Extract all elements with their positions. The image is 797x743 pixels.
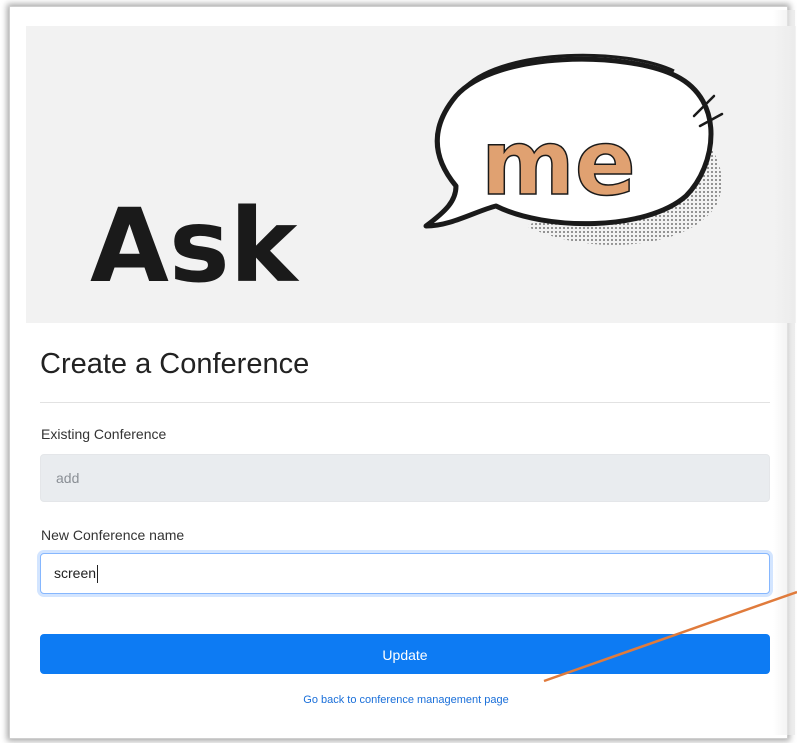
new-conference-value: screen <box>54 565 97 581</box>
new-conference-label: New Conference name <box>41 527 185 543</box>
page-title: Create a Conference <box>40 348 310 380</box>
logo-word-me: me <box>481 111 636 216</box>
back-to-management-link[interactable]: Go back to conference management page <box>0 694 797 706</box>
existing-conference-field: add <box>40 454 770 502</box>
askme-logo: Ask me <box>90 53 724 306</box>
title-divider <box>40 402 770 403</box>
update-button[interactable]: Update <box>40 634 770 674</box>
existing-conference-label: Existing Conference <box>41 426 167 442</box>
logo-word-ask: Ask <box>90 187 300 306</box>
text-caret <box>97 565 99 584</box>
new-conference-name-input[interactable]: screen <box>40 553 770 594</box>
askme-logo-banner: Ask me <box>26 26 796 323</box>
